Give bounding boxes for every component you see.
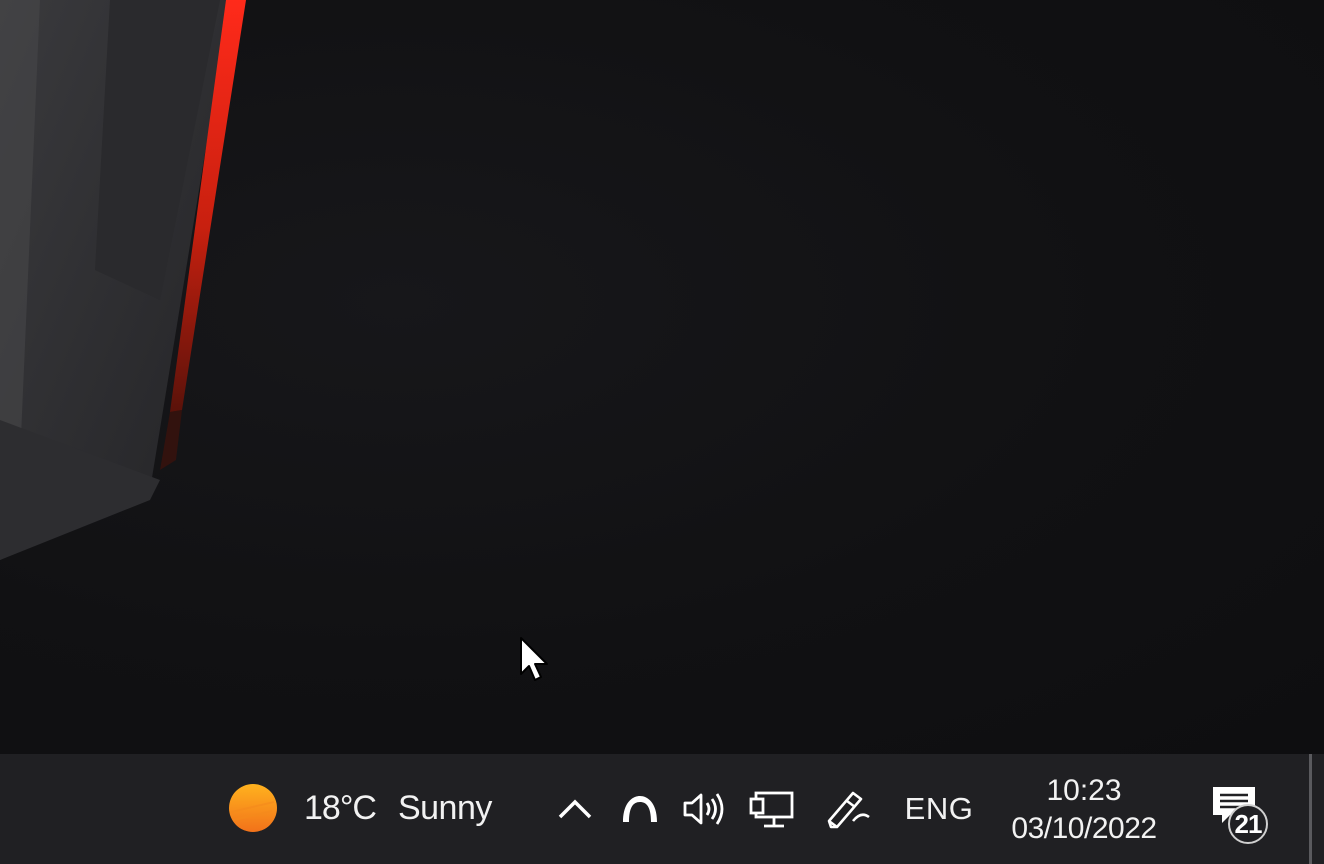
speaker-icon [683, 793, 724, 825]
clock-date: 03/10/2022 [1011, 812, 1157, 845]
pen-icon [827, 791, 870, 829]
show-hidden-icons-button[interactable] [552, 784, 598, 834]
monitor-icon [749, 791, 794, 828]
weather-condition: Sunny [397, 788, 492, 827]
display-tray-button[interactable] [744, 784, 800, 834]
screen: 18°C Sunny ENG 10:23 03/10/2022 21 [0, 0, 1324, 864]
volume-button[interactable] [680, 784, 732, 834]
action-center-button[interactable]: 21 [1198, 778, 1288, 848]
pen-workspace-button[interactable] [820, 784, 876, 836]
mouse-cursor-icon [520, 637, 548, 681]
taskbar: 18°C Sunny ENG 10:23 03/10/2022 21 [0, 754, 1324, 864]
chevron-up-icon [558, 799, 592, 819]
input-language-button[interactable]: ENG [898, 784, 980, 834]
sun-icon [229, 784, 277, 832]
wallpaper-graphic [0, 0, 246, 560]
clock-time: 10:23 [1046, 774, 1122, 807]
weather-temperature: 18°C [304, 788, 377, 827]
network-tray-button[interactable] [616, 784, 664, 834]
notification-count-badge: 21 [1228, 804, 1268, 844]
desktop-background[interactable] [0, 0, 1324, 754]
network-icon [623, 796, 657, 822]
clock-button[interactable]: 10:23 03/10/2022 [996, 764, 1172, 856]
weather-widget[interactable]: 18°C Sunny [220, 776, 500, 840]
show-desktop-button[interactable] [1309, 754, 1312, 864]
